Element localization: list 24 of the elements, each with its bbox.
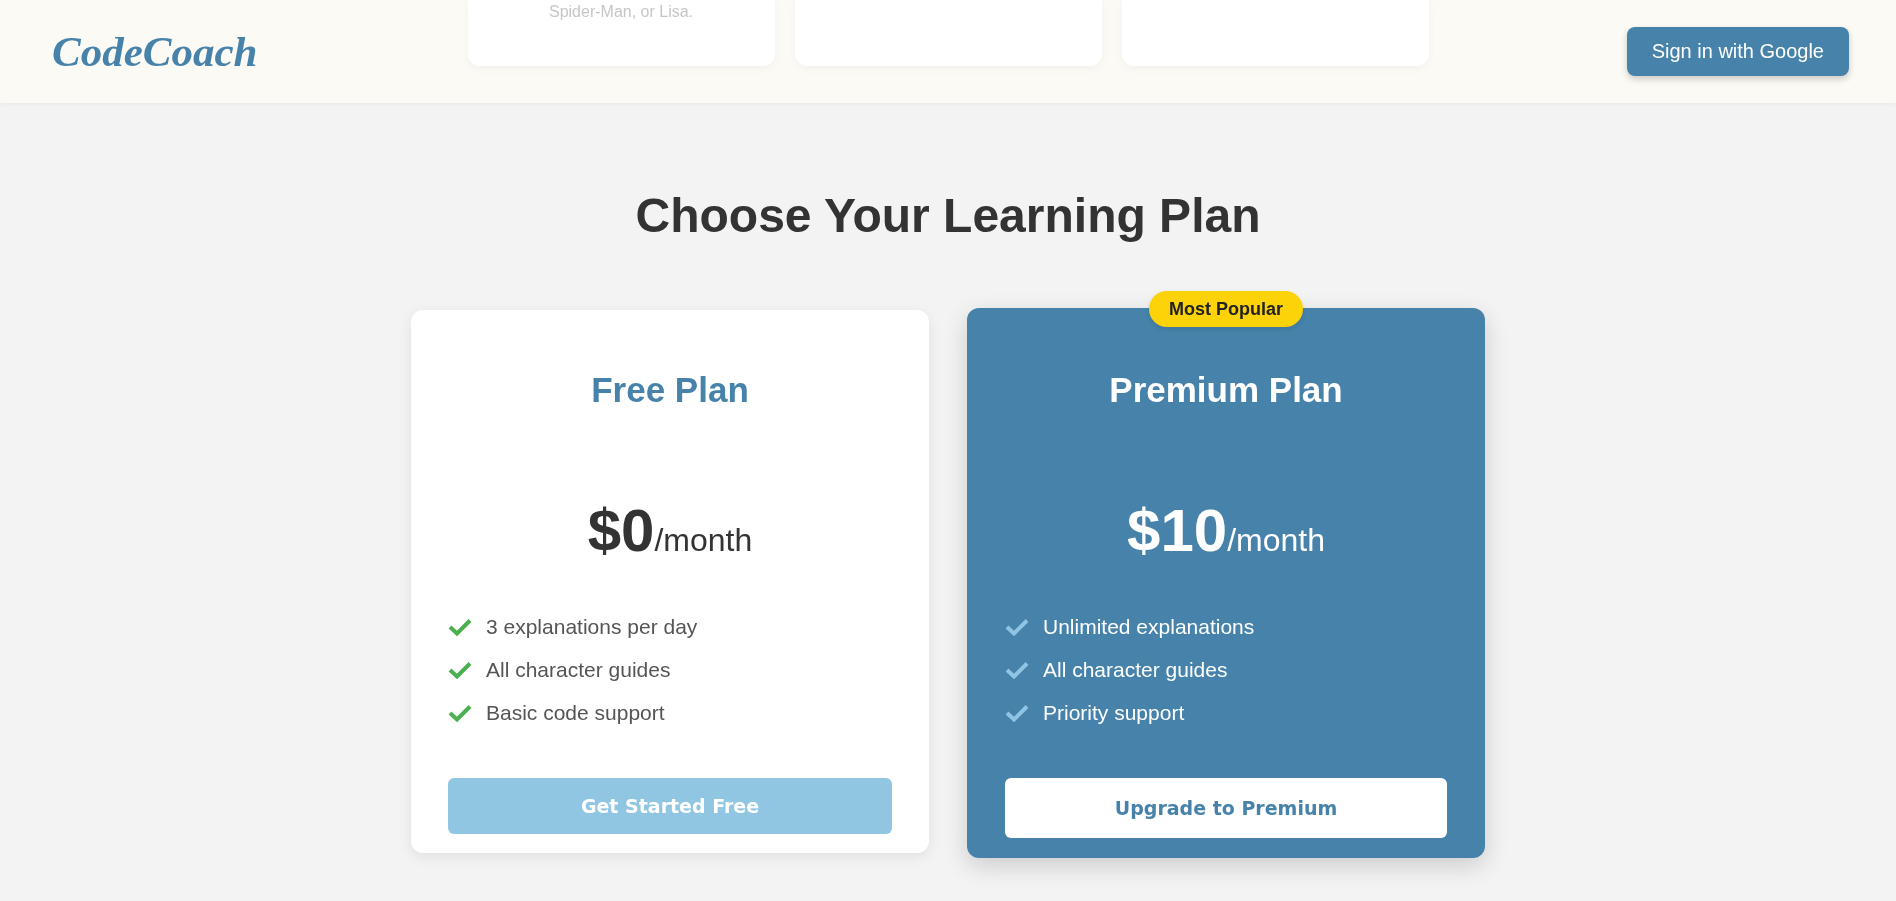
price-period: /month xyxy=(1227,522,1325,559)
price-period: /month xyxy=(654,522,753,559)
logo-text: CodeCoach xyxy=(52,27,258,76)
price-amount: $0 xyxy=(587,496,655,566)
plan-button[interactable]: Upgrade to Premium xyxy=(1005,778,1447,838)
plan-title: Free Plan xyxy=(590,370,750,410)
check-icon xyxy=(1005,617,1029,636)
feature-text: All character guides xyxy=(486,657,671,683)
feature-text: 3 explanations per day xyxy=(486,614,698,640)
check-icon xyxy=(1005,703,1029,722)
feature-text: Basic code support xyxy=(486,700,665,726)
feature-text: Unlimited explanations xyxy=(1043,614,1255,640)
check-icon xyxy=(448,660,472,679)
card-text: Spider-Man, or Lisa. xyxy=(548,2,694,22)
plan-title: Premium Plan xyxy=(1108,370,1344,410)
feature-text: All character guides xyxy=(1043,657,1228,683)
popular-badge: Most Popular xyxy=(1149,291,1303,327)
section-title: Choose Your Learning Plan xyxy=(635,188,1261,244)
sign-in-button[interactable]: Sign in with Google xyxy=(1626,27,1849,76)
check-icon xyxy=(1005,660,1029,679)
check-icon xyxy=(448,617,472,636)
check-icon xyxy=(448,703,472,722)
feature-text: Priority support xyxy=(1043,700,1185,726)
price-amount: $10 xyxy=(1127,496,1228,566)
